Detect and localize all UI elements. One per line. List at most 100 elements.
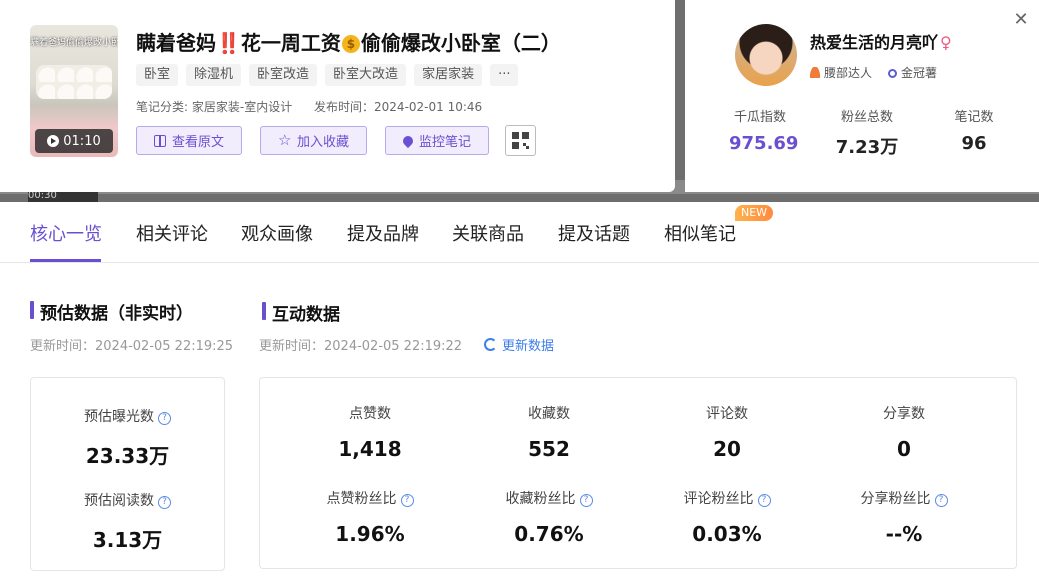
qr-code-button[interactable] [505,125,537,156]
refresh-icon [484,338,497,351]
tab-similar-notes[interactable]: 相似笔记 [664,220,736,246]
stat-value: 552 [528,437,570,461]
tab-bar: 核心一览 相关评论 观众画像 提及品牌 关联商品 提及话题 相似笔记 NEW [0,202,1039,263]
note-card: 瞒着爸妈偷偷爆改小卧室 01:10 瞒着爸妈‼️花一周工资$偷偷爆改小卧室（二）… [0,0,675,192]
comments-stat: 评论数 20 [667,403,787,461]
star-icon: ☆ [278,131,292,149]
help-icon[interactable]: ? [400,494,414,507]
stat-value: 0.76% [514,522,584,546]
note-tag[interactable]: 除湿机 [186,64,242,86]
note-tags: 卧室 除湿机 卧室改造 卧室大改造 家居家装 ··· [136,64,519,86]
stat-label: 点赞数 [349,406,391,422]
stat-label: 千瓜指数 [733,110,786,125]
location-pin-icon [400,133,416,148]
interaction-updated-time: 更新时间：2024-02-05 22:19:22 [259,339,463,354]
estimated-exposure: 预估曝光数? 23.33万 [31,406,224,469]
note-tag[interactable]: 卧室改造 [249,64,318,86]
stat-value: 0.03% [692,522,762,546]
play-icon [47,135,60,147]
stat-value: 1,418 [338,437,402,461]
interaction-card: 点赞数 1,418 收藏数 552 评论数 20 分享数 0 点赞粉丝比? 1.… [259,377,1017,569]
author-badges: 腰部达人 金冠薯 [810,64,937,81]
qr-code-icon [512,132,530,149]
stat-label: 笔记数 [954,110,994,125]
monitor-note-button[interactable]: 监控笔记 [385,126,490,155]
favorites-stat: 收藏数 552 [489,403,609,461]
estimated-reads: 预估阅读数? 3.13万 [31,490,224,553]
refresh-data-label: 更新数据 [502,339,555,354]
note-meta: 笔记分类: 家居家装-室内设计 发布时间：2024-02-01 10:46 [136,98,500,115]
tab-brands[interactable]: 提及品牌 [347,220,419,246]
note-title: 瞒着爸妈‼️花一周工资 $ 偷偷爆改小卧室（二） [136,27,561,56]
close-icon[interactable]: ✕ [1013,11,1029,29]
shares-stat: 分享数 0 [844,403,964,461]
note-category: 笔记分类: 家居家装-室内设计 [136,100,293,114]
female-icon: ♀ [940,33,952,52]
stat-value: 3.13万 [92,528,163,552]
stat-label: 点赞粉丝比 [326,491,397,507]
money-bag-icon: $ [341,35,360,53]
stat-value: 20 [713,437,741,461]
stat-label: 粉丝总数 [840,110,893,125]
estimate-updated-time: 更新时间：2024-02-05 22:19:25 [30,339,234,354]
help-icon[interactable]: ? [934,494,948,507]
note-publish-time: 发布时间：2024-02-01 10:46 [314,100,483,114]
note-tag[interactable]: 卧室大改造 [325,64,407,86]
author-name[interactable]: 热爱生活的月亮吖 ♀ [810,29,952,53]
author-name-text: 热爱生活的月亮吖 [810,33,939,52]
estimate-card: 预估曝光数? 23.33万 预估阅读数? 3.13万 [30,377,225,571]
note-tag[interactable]: 家居家装 [414,64,483,86]
stat-value: --% [885,522,923,546]
book-icon [154,134,166,147]
shares-fans-ratio-stat: 分享粉丝比? --% [834,488,974,546]
likes-stat: 点赞数 1,418 [310,403,430,461]
creator-rank-label: 金冠薯 [901,66,938,80]
video-duration-badge[interactable]: 01:10 [35,129,113,153]
thumbnail-caption: 瞒着爸妈偷偷爆改小卧室 [30,38,118,48]
thumbnail-sofa-image [36,65,112,99]
stat-label: 收藏粉丝比 [505,491,576,507]
creator-level-label: 腰部达人 [824,66,873,80]
stat-label: 评论粉丝比 [683,491,754,507]
stat-label: 预估阅读数 [84,493,154,509]
help-icon[interactable]: ? [158,496,171,509]
qiangua-index-stat: 千瓜指数 975.69 [729,106,799,154]
stat-value: 0 [897,437,911,461]
note-actions: 查看原文 ☆ 加入收藏 监控笔记 [136,125,537,156]
tab-audience[interactable]: 观众画像 [241,220,313,246]
tab-comments[interactable]: 相关评论 [136,220,208,246]
creator-level-badge: 腰部达人 [810,64,872,81]
creator-rank-badge: 金冠薯 [888,64,937,81]
stat-value: 975.69 [729,133,799,154]
new-badge: NEW [735,205,774,221]
view-original-label: 查看原文 [172,135,225,150]
note-tag[interactable]: 卧室 [136,64,179,86]
favorites-fans-ratio-stat: 收藏粉丝比? 0.76% [479,488,619,546]
stat-label: 收藏数 [528,406,570,422]
note-title-part2: 偷偷爆改小卧室（二） [360,31,561,55]
comments-fans-ratio-stat: 评论粉丝比? 0.03% [657,488,797,546]
stat-label: 预估曝光数 [84,409,154,425]
likes-fans-ratio-stat: 点赞粉丝比? 1.96% [300,488,440,546]
note-thumbnail[interactable]: 瞒着爸妈偷偷爆改小卧室 01:10 [30,25,118,157]
notes-count-stat: 笔记数 96 [949,106,999,154]
monitor-note-label: 监控笔记 [419,135,472,150]
tab-overview[interactable]: 核心一览 [30,220,102,246]
more-tags-button[interactable]: ··· [490,64,519,86]
refresh-data-button[interactable]: 更新数据 [484,335,554,354]
view-original-button[interactable]: 查看原文 [136,126,243,155]
stat-label: 分享数 [883,406,925,422]
stat-value: 23.33万 [85,444,170,468]
add-favorite-button[interactable]: ☆ 加入收藏 [260,126,368,155]
stat-label: 评论数 [706,406,748,422]
help-icon[interactable]: ? [579,494,593,507]
help-icon[interactable]: ? [757,494,771,507]
interaction-section-title: 互动数据 [262,300,340,325]
help-icon[interactable]: ? [158,412,171,425]
add-favorite-label: 加入收藏 [297,135,350,150]
tab-topics[interactable]: 提及话题 [558,220,630,246]
avatar[interactable] [735,24,797,86]
stat-value: 7.23万 [835,137,899,158]
active-tab-indicator [30,259,101,262]
tab-products[interactable]: 关联商品 [452,220,524,246]
